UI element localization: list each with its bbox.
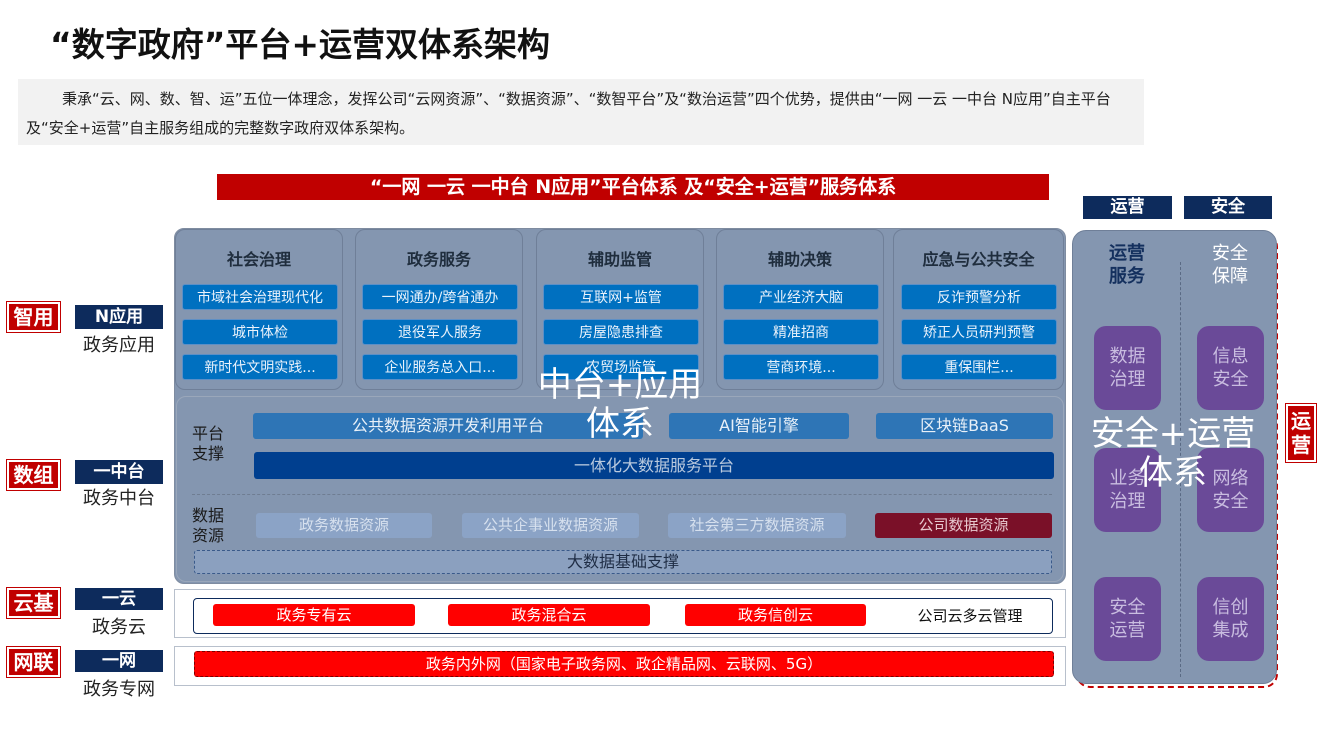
center-overlay-label: 中台+应用 体系 — [537, 365, 703, 444]
category-title: 应急与公共安全 — [922, 250, 1035, 269]
cloud-item[interactable]: 政务专有云 — [213, 604, 415, 626]
data-resource-label: 数据 资源 — [192, 506, 225, 545]
app-item[interactable]: 矫正人员研判预警 — [901, 319, 1057, 345]
layer-sub-gov-network: 政务专网 — [83, 679, 155, 700]
layer-label-middle: 一中台 — [75, 460, 163, 484]
data-item[interactable]: 社会第三方数据资源 — [668, 513, 846, 538]
bigdata-base[interactable]: 大数据基础支撑 — [194, 550, 1052, 574]
category-title: 政务服务 — [406, 250, 471, 269]
category-gov-service: 政务服务 一网通办/跨省通办 退役军人服务 企业服务总入口... — [355, 229, 523, 390]
right-overlay-label: 安全+运营 体系 — [1090, 414, 1256, 493]
page-title: “数字政府”平台+运营双体系架构 — [50, 25, 551, 64]
layer-tag-wanglian: 网联 — [7, 647, 60, 677]
security-title: 安全 保障 — [1212, 243, 1248, 287]
app-item[interactable]: 城市体检 — [182, 319, 338, 345]
cloud-item[interactable]: 政务信创云 — [685, 604, 866, 626]
category-title: 辅助监管 — [587, 250, 652, 269]
app-item[interactable]: 市域社会治理现代化 — [182, 284, 338, 310]
layer-tag-zhiyong: 智用 — [7, 302, 60, 332]
data-item[interactable]: 政务数据资源 — [256, 513, 432, 538]
platform-item[interactable]: 区块链BaaS — [876, 413, 1053, 439]
layer-label-n-app: N应用 — [75, 305, 163, 329]
app-item[interactable]: 反诈预警分析 — [901, 284, 1057, 310]
category-title: 辅助决策 — [767, 250, 832, 269]
app-item[interactable]: 房屋隐患排查 — [543, 319, 699, 345]
security-tag: 安全 — [1184, 196, 1272, 219]
security-item[interactable]: 信创 集成 — [1197, 577, 1264, 661]
category-decision: 辅助决策 产业经济大脑 精准招商 营商环境... — [716, 229, 884, 390]
app-item[interactable]: 营商环境... — [723, 354, 879, 380]
section-divider — [192, 494, 1052, 495]
category-social-governance: 社会治理 市域社会治理现代化 城市体检 新时代文明实践... — [175, 229, 343, 390]
app-item[interactable]: 产业经济大脑 — [723, 284, 879, 310]
category-emergency: 应急与公共安全 反诈预警分析 矫正人员研判预警 重保围栏... — [893, 229, 1064, 390]
network-item[interactable]: 政务内外网（国家电子政务网、政企精品网、云联网、5G） — [194, 651, 1054, 677]
layer-tag-yunji: 云基 — [7, 588, 60, 618]
app-item[interactable]: 精准招商 — [723, 319, 879, 345]
data-item[interactable]: 公共企事业数据资源 — [462, 513, 639, 538]
ops-tag: 运营 — [1083, 196, 1172, 219]
side-ops-tag: 运 营 — [1286, 404, 1316, 462]
ops-item[interactable]: 安全 运营 — [1094, 577, 1161, 661]
layer-label-cloud: 一云 — [75, 588, 163, 610]
layer-label-network: 一网 — [75, 650, 163, 672]
security-item[interactable]: 信息 安全 — [1197, 326, 1264, 410]
platform-label: 平台 支撑 — [192, 424, 225, 463]
layer-tag-shuzu: 数组 — [7, 460, 60, 490]
layer-sub-gov-app: 政务应用 — [83, 335, 155, 356]
data-item-company[interactable]: 公司数据资源 — [875, 513, 1052, 538]
app-item[interactable]: 重保围栏... — [901, 354, 1057, 380]
layer-sub-gov-cloud: 政务云 — [92, 617, 146, 638]
layer-sub-gov-middle: 政务中台 — [83, 488, 155, 509]
category-title: 社会治理 — [226, 250, 291, 269]
app-item[interactable]: 企业服务总入口... — [362, 354, 518, 380]
cloud-mgmt[interactable]: 公司云多云管理 — [900, 605, 1040, 626]
cloud-item[interactable]: 政务混合云 — [448, 604, 650, 626]
app-item[interactable]: 退役军人服务 — [362, 319, 518, 345]
app-item[interactable]: 新时代文明实践... — [182, 354, 338, 380]
system-banner: “一网 一云 一中台 N应用”平台体系 及“安全+运营”服务体系 — [217, 174, 1049, 200]
bigdata-platform[interactable]: 一体化大数据服务平台 — [254, 452, 1054, 479]
intro-text: 秉承“云、网、数、智、运”五位一体理念，发挥公司“云网资源”、“数据资源”、“数… — [18, 79, 1144, 145]
ops-service-title: 运营 服务 — [1109, 243, 1145, 287]
app-item[interactable]: 互联网+监管 — [543, 284, 699, 310]
ops-item[interactable]: 数据 治理 — [1094, 326, 1161, 410]
app-item[interactable]: 一网通办/跨省通办 — [362, 284, 518, 310]
